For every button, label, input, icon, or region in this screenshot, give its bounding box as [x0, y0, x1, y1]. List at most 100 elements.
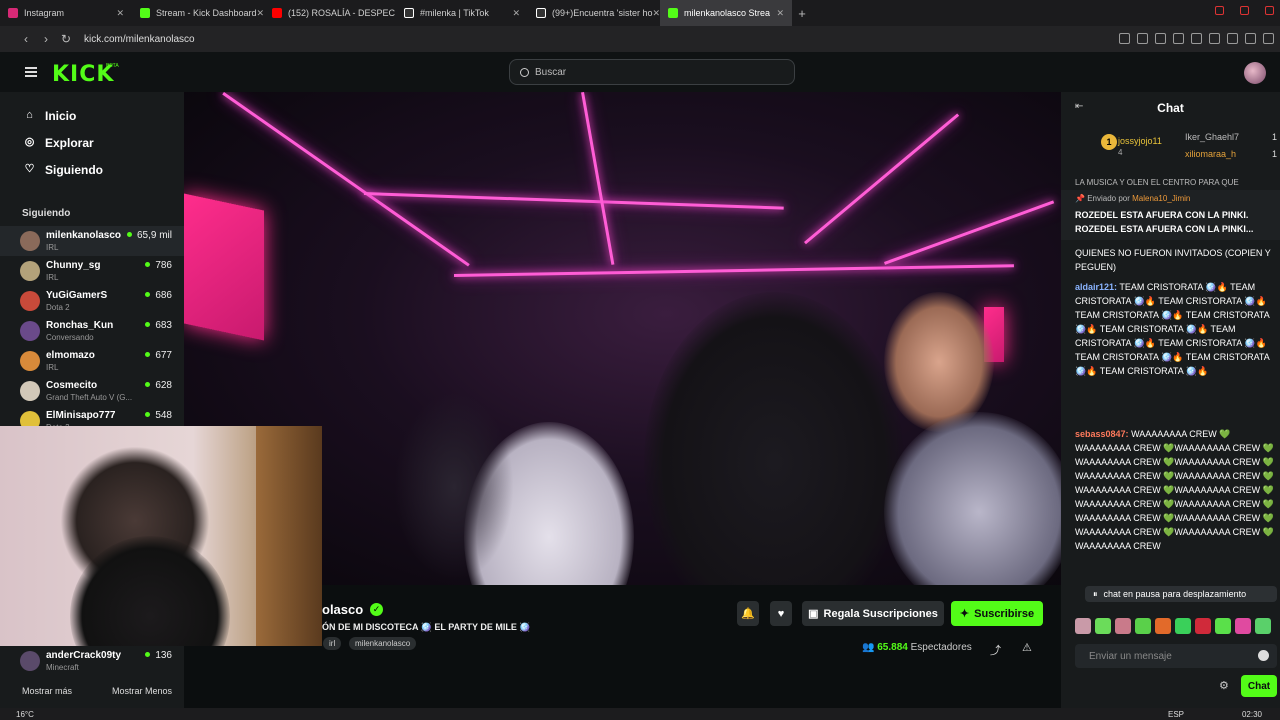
- viewer-count: 👥 65.884 Espectadores: [862, 642, 972, 653]
- report-icon[interactable]: ⚠: [1022, 641, 1032, 654]
- close-tab-icon[interactable]: ✕: [116, 8, 124, 19]
- verified-icon: ✓: [370, 603, 383, 616]
- instagram-icon: [8, 8, 18, 18]
- tag-chip[interactable]: irl: [323, 637, 342, 650]
- emote-icon[interactable]: [1235, 618, 1251, 634]
- close-tab-icon[interactable]: ✕: [512, 8, 520, 19]
- browser-tab[interactable]: (152) ROSALÍA - DESPEC✕: [264, 0, 396, 26]
- emote-icon[interactable]: [1155, 618, 1171, 634]
- hamburger-menu-icon[interactable]: [25, 67, 37, 77]
- channel-avatar: [20, 261, 40, 281]
- maximize-icon[interactable]: [1240, 6, 1249, 15]
- sidebar-item-siguiendo[interactable]: ♡ Siguiendo: [0, 156, 184, 183]
- stream-description: ÓN DE MI DISCOTECA 🪩 EL PARTY DE MILE 🪩: [322, 622, 531, 632]
- followed-channel[interactable]: milenkanolasco IRL 65,9 mil: [0, 226, 184, 256]
- keyboard-language[interactable]: ESP: [1168, 710, 1184, 719]
- followed-channel[interactable]: Chunny_sg IRL 786: [0, 256, 184, 286]
- emote-icon[interactable]: [1215, 618, 1231, 634]
- search-placeholder: Buscar: [535, 66, 567, 78]
- tab-label: Instagram: [24, 8, 65, 18]
- follow-button[interactable]: ♥: [770, 601, 792, 626]
- close-window-icon[interactable]: [1265, 6, 1274, 15]
- play-icon[interactable]: [1191, 33, 1202, 44]
- chat-username[interactable]: sebass0847:: [1075, 429, 1129, 439]
- chat-message: aldair121: TEAM CRISTORATA 🪩🔥 TEAM CRIST…: [1075, 280, 1275, 378]
- url-field[interactable]: kick.com/milenkanolasco: [84, 34, 195, 45]
- subscribe-button[interactable]: ✦ Suscribirse: [951, 601, 1043, 626]
- heart-icon[interactable]: [1209, 33, 1220, 44]
- reload-icon[interactable]: ↻: [56, 32, 76, 46]
- show-more-button[interactable]: Mostrar más: [22, 686, 72, 696]
- user-avatar[interactable]: [1244, 62, 1266, 84]
- chat-paused-notice[interactable]: ⏸ chat en pausa para desplazamiento: [1085, 586, 1277, 602]
- browser-tab[interactable]: (99+)Encuentra 'sister ho ✕: [528, 0, 660, 26]
- download-icon[interactable]: [1173, 33, 1184, 44]
- sidebar-item-explorar[interactable]: ◎ Explorar: [0, 129, 184, 156]
- new-tab-button[interactable]: +: [792, 6, 812, 21]
- channel-avatar: [20, 321, 40, 341]
- leaderboard-user[interactable]: xiliomaraa_h: [1185, 149, 1236, 159]
- share-icon[interactable]: ⤴: [990, 642, 1001, 658]
- chat-settings-icon[interactable]: ⚙: [1219, 679, 1229, 692]
- tab-label: (99+)Encuentra 'sister ho: [552, 8, 653, 18]
- chat-input[interactable]: Enviar un mensaje: [1075, 644, 1277, 668]
- send-chat-button[interactable]: Chat: [1241, 675, 1277, 697]
- show-less-button[interactable]: Mostrar Menos: [112, 686, 172, 696]
- followed-channel[interactable]: anderCrack09ty Minecraft 136: [0, 646, 184, 676]
- leaderboard-user[interactable]: jossyjojo11: [1118, 136, 1162, 146]
- emote-icon[interactable]: [1195, 618, 1211, 634]
- emote-icon[interactable]: [1115, 618, 1131, 634]
- browser-tab[interactable]: Instagram ✕: [0, 0, 132, 26]
- wallet-icon[interactable]: [1227, 33, 1238, 44]
- paused-text: chat en pausa para desplazamiento: [1103, 589, 1247, 599]
- channel-name: elmomazo: [46, 350, 95, 361]
- channel-name: Cosmecito: [46, 380, 98, 391]
- pink-screen: [184, 193, 264, 341]
- shield-icon[interactable]: [1155, 33, 1166, 44]
- emote-icon[interactable]: [1095, 618, 1111, 634]
- emoji-icon[interactable]: [1258, 650, 1269, 661]
- followed-channel[interactable]: YuGiGamerS Dota 2 686: [0, 286, 184, 316]
- browser-tab[interactable]: #milenka | TikTok ✕: [396, 0, 528, 26]
- browser-tab-bar: Instagram ✕ Stream - Kick Dashboard ✕ (152…: [0, 0, 1280, 26]
- close-tab-icon[interactable]: ✕: [776, 8, 784, 19]
- downloads-icon[interactable]: [1245, 33, 1256, 44]
- menu-icon[interactable]: [1263, 33, 1274, 44]
- sidebar-item-label: Siguiendo: [45, 162, 103, 177]
- channel-name: milenkanolasco: [46, 230, 122, 241]
- chat-text: QUIENES NO FUERON INVITADOS (COPIEN Y PE…: [1075, 248, 1271, 272]
- sidebar-item-inicio[interactable]: ⌂ Inicio: [0, 102, 184, 129]
- back-icon[interactable]: ‹: [16, 32, 36, 46]
- gift-subs-button[interactable]: ▣ Regala Suscripciones: [802, 601, 944, 626]
- bell-icon: 🔔: [741, 608, 755, 620]
- emote-icon[interactable]: [1175, 618, 1191, 634]
- channel-viewers: 683: [145, 320, 172, 331]
- followed-channel[interactable]: elmomazo IRL 677: [0, 346, 184, 376]
- tiktok-icon: [404, 8, 414, 18]
- emote-icon[interactable]: [1075, 618, 1091, 634]
- screenshot-icon[interactable]: [1137, 33, 1148, 44]
- forward-icon[interactable]: ›: [36, 32, 56, 46]
- browser-tab-active[interactable]: milenkanolasco Strea ✕: [660, 0, 792, 26]
- channel-title: olasco: [322, 602, 364, 617]
- channel-category: Conversando: [46, 333, 94, 342]
- emote-icon[interactable]: [1135, 618, 1151, 634]
- chat-username[interactable]: aldair121:: [1075, 282, 1117, 292]
- browser-tab[interactable]: Stream - Kick Dashboard ✕: [132, 0, 264, 26]
- close-tab-icon[interactable]: ✕: [653, 8, 660, 19]
- tag-chip[interactable]: milenkanolasco: [349, 637, 417, 650]
- bookmark-icon[interactable]: [1119, 33, 1130, 44]
- weather-temperature[interactable]: 16°C: [16, 710, 34, 719]
- system-clock[interactable]: 02:30: [1242, 710, 1262, 719]
- followed-channel[interactable]: Cosmecito Grand Theft Auto V (G... 628: [0, 376, 184, 406]
- chat-panel: ⇤ Chat 1 jossyjojo11 4 Iker_Ghaehl7 1 xi…: [1061, 92, 1280, 720]
- minimize-icon[interactable]: [1215, 6, 1224, 15]
- followed-channel[interactable]: Ronchas_Kun Conversando 683: [0, 316, 184, 346]
- leaderboard-user[interactable]: Iker_Ghaehl7: [1185, 132, 1239, 142]
- search-input[interactable]: Buscar: [509, 59, 795, 85]
- notifications-button[interactable]: 🔔: [737, 601, 759, 626]
- close-tab-icon[interactable]: ✕: [257, 8, 264, 19]
- beta-badge: BETA: [106, 63, 119, 69]
- emote-icon[interactable]: [1255, 618, 1271, 634]
- chat-message-partial: LA MUSICA Y OLEN EL CENTRO PARA QUE: [1075, 178, 1239, 187]
